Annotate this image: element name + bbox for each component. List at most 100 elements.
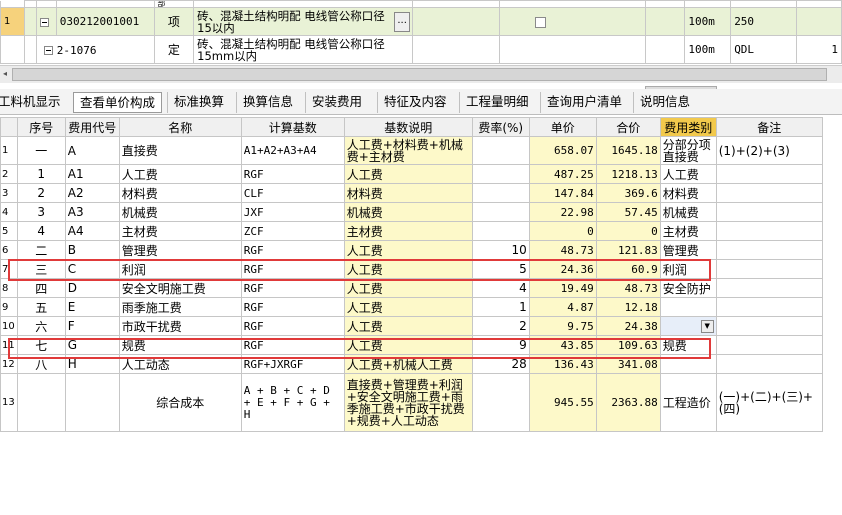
seq-cell[interactable]: 1 [16, 164, 66, 184]
table-row[interactable]: 13 综合成本 A + B + C + D + E + F + G + H 直接费+管… [0, 373, 823, 432]
note-cell[interactable] [715, 259, 823, 279]
rate-cell[interactable] [471, 373, 530, 432]
category-cell[interactable]: 分部分项直接费 [659, 136, 717, 165]
category-cell[interactable]: 材料费 [659, 183, 717, 203]
seq-cell[interactable]: 八 [16, 354, 66, 374]
code-cell[interactable]: D [64, 278, 120, 298]
category-cell[interactable]: 机械费 [659, 202, 717, 222]
col-header-name[interactable]: 名称 [118, 117, 242, 137]
rate-cell[interactable] [471, 136, 530, 165]
base-cell[interactable]: RGF [240, 259, 345, 279]
rate-cell[interactable] [471, 164, 530, 184]
base-desc-cell[interactable]: 人工费 [343, 259, 473, 279]
note-cell[interactable] [715, 278, 823, 298]
tab-features-content[interactable]: 特征及内容 [377, 92, 453, 113]
category-cell[interactable]: 管理费 [659, 240, 717, 260]
rate-cell[interactable]: 10 [471, 240, 530, 260]
name-cell[interactable]: 材料费 [118, 183, 242, 203]
name-cell[interactable]: 人工费 [118, 164, 242, 184]
note-cell[interactable] [715, 202, 823, 222]
total-cell[interactable]: 57.45 [595, 202, 661, 222]
col-header-code[interactable]: 费用代号 [64, 117, 120, 137]
upper-row-bill-item[interactable]: 1 030212001001 项 砖、混凝土结构明配 电线管公称口径15以内 .… [0, 7, 842, 36]
base-cell[interactable]: RGF [240, 297, 345, 317]
dropdown-arrow-icon[interactable]: ▼ [700, 320, 714, 333]
col-header-seq[interactable]: 序号 [16, 117, 66, 137]
code-cell[interactable]: A3 [64, 202, 120, 222]
total-cell[interactable]: 0 [595, 221, 661, 241]
tab-labor-material-machine[interactable]: 工料机显示 [0, 92, 67, 113]
unit-price-cell[interactable]: 43.85 [528, 335, 597, 355]
total-cell[interactable]: 2363.88 [595, 373, 661, 432]
base-cell[interactable]: RGF+JXRGF [240, 354, 345, 374]
unit-price-cell[interactable]: 0 [528, 221, 597, 241]
name-cell[interactable]: 综合成本 [118, 373, 242, 432]
unit-price-cell[interactable]: 136.43 [528, 354, 597, 374]
seq-cell[interactable]: 七 [16, 335, 66, 355]
base-desc-cell[interactable]: 主材费 [343, 221, 473, 241]
name-cell[interactable]: 规费 [118, 335, 242, 355]
col-header-note[interactable]: 备注 [715, 117, 823, 137]
row-number[interactable]: 1 [0, 7, 25, 36]
table-row[interactable]: 1 一 A 直接费 A1+A2+A3+A4 人工费+材料费+机械费+主材费 658.07 16… [0, 136, 823, 165]
total-cell[interactable]: 369.6 [595, 183, 661, 203]
tab-unit-price-composition[interactable]: 查看单价构成 [73, 92, 163, 113]
category-cell[interactable] [659, 297, 717, 317]
base-desc-cell[interactable]: 人工费 [343, 164, 473, 184]
note-cell[interactable] [715, 316, 823, 336]
base-desc-cell[interactable]: 材料费 [343, 183, 473, 203]
total-cell[interactable]: 1218.13 [595, 164, 661, 184]
base-cell[interactable]: RGF [240, 335, 345, 355]
base-desc-cell[interactable]: 人工费 [343, 240, 473, 260]
total-cell[interactable]: 12.18 [595, 297, 661, 317]
table-row[interactable]: 7 三 C 利润 RGF 人工费 5 24.36 60.9 利润 [0, 259, 823, 279]
total-cell[interactable]: 48.73 [595, 278, 661, 298]
note-cell[interactable] [715, 335, 823, 355]
code-cell[interactable]: A1 [64, 164, 120, 184]
unit-price-cell[interactable]: 945.55 [528, 373, 597, 432]
name-cell[interactable]: 雨季施工费 [118, 297, 242, 317]
category-cell[interactable]: 人工费 [659, 164, 717, 184]
name-cell[interactable]: 机械费 [118, 202, 242, 222]
code-cell[interactable]: E [64, 297, 120, 317]
name-cell[interactable]: 直接费 [118, 136, 242, 165]
rate-cell[interactable]: 2 [471, 316, 530, 336]
base-cell[interactable]: A + B + C + D + E + F + G + H [240, 373, 345, 432]
item-name-cell[interactable]: 砖、混凝土结构明配 电线管公称口径15以内 ... [193, 7, 414, 36]
seq-cell[interactable]: 4 [16, 221, 66, 241]
col-header-rate[interactable]: 费率(%) [471, 117, 530, 137]
note-cell[interactable] [715, 354, 823, 374]
unit-price-cell[interactable]: 147.84 [528, 183, 597, 203]
code-cell[interactable]: F [64, 316, 120, 336]
rate-cell[interactable] [471, 202, 530, 222]
note-cell[interactable] [715, 221, 823, 241]
rate-cell[interactable]: 5 [471, 259, 530, 279]
category-cell[interactable]: 主材费 [659, 221, 717, 241]
total-cell[interactable]: 341.08 [595, 354, 661, 374]
code-cell[interactable] [64, 373, 120, 432]
unit-price-cell[interactable]: 22.98 [528, 202, 597, 222]
seq-cell[interactable]: 2 [16, 183, 66, 203]
collapse-icon[interactable] [43, 45, 53, 55]
total-cell[interactable]: 109.63 [595, 335, 661, 355]
note-cell[interactable] [715, 240, 823, 260]
upper-row-quota-item[interactable]: 2-1076 定 砖、混凝土结构明配 电线管公称口径15mm以内 100m QD… [0, 35, 842, 64]
note-cell[interactable] [715, 183, 823, 203]
base-cell[interactable]: RGF [240, 164, 345, 184]
seq-cell[interactable]: 二 [16, 240, 66, 260]
category-cell[interactable]: 规费 [659, 335, 717, 355]
code-cell[interactable]: A [64, 136, 120, 165]
collapse-icon[interactable] [39, 17, 49, 27]
base-desc-cell[interactable]: 人工费+机械人工费 [343, 354, 473, 374]
base-desc-cell[interactable]: 直接费+管理费+利润+安全文明施工费+雨季施工费+市政干扰费+规费+人工动态 [343, 373, 473, 432]
table-row[interactable]: 8 四 D 安全文明施工费 RGF 人工费 4 19.49 48.73 安全防护 [0, 278, 823, 298]
table-row[interactable]: 5 4 A4 主材费 ZCF 主材费 0 0 主材费 [0, 221, 823, 241]
note-cell[interactable] [715, 164, 823, 184]
tab-quantity-detail[interactable]: 工程量明细 [459, 92, 535, 113]
scrollbar-thumb[interactable] [12, 68, 827, 81]
code-cell[interactable]: A4 [64, 221, 120, 241]
name-cell[interactable]: 人工动态 [118, 354, 242, 374]
tab-install-cost[interactable]: 安装费用 [305, 92, 368, 113]
code-cell[interactable]: B [64, 240, 120, 260]
tab-user-bill-query[interactable]: 查询用户清单 [540, 92, 628, 113]
